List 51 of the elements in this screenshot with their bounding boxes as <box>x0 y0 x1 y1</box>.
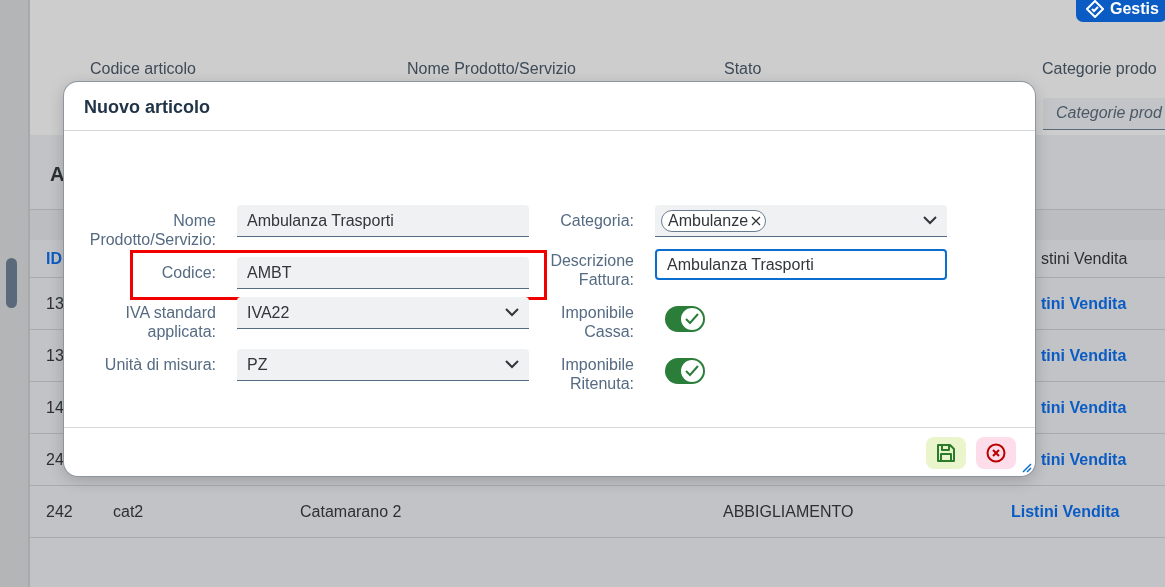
save-button[interactable] <box>926 437 966 469</box>
field-label: Imponibile Cassa: <box>560 303 634 341</box>
column-header[interactable]: ID <box>46 249 62 268</box>
close-icon <box>986 443 1006 463</box>
text-field[interactable]: Ambulanza Trasporti <box>237 205 529 237</box>
price-list-link[interactable]: tini Vendita <box>1041 346 1127 365</box>
table-cell: cat2 <box>113 502 144 521</box>
close-icon <box>751 215 762 226</box>
chevron-down-icon <box>505 308 519 317</box>
text-field[interactable]: AMBT <box>237 257 529 289</box>
category-filter-field[interactable]: Categorie prod <box>1043 98 1165 130</box>
table-cell: 14 <box>46 398 64 417</box>
column-header: stini Vendita <box>1041 249 1128 268</box>
field-label: Categoria: <box>559 211 634 230</box>
cancel-button[interactable] <box>976 437 1016 469</box>
table-cell: ABBIGLIAMENTO <box>723 502 854 521</box>
field-label: Imponibile Ritenuta: <box>560 355 634 393</box>
field-label: Unità di misura: <box>103 355 216 374</box>
scrollbar-thumb[interactable] <box>5 258 17 308</box>
price-list-link[interactable]: tini Vendita <box>1041 398 1127 417</box>
filter-label: Categorie prodo <box>1042 60 1158 78</box>
filter-label: Nome Prodotto/Servizio <box>407 60 577 78</box>
table-cell: 13 <box>46 294 64 313</box>
multi-select-field[interactable]: Ambulanze <box>655 205 947 237</box>
category-token[interactable]: Ambulanze <box>661 209 767 232</box>
table-cell: 24 <box>46 450 64 469</box>
table-cell: 13 <box>46 346 64 365</box>
price-list-link[interactable]: Listini Vendita <box>1011 502 1120 521</box>
price-list-link[interactable]: tini Vendita <box>1041 294 1127 313</box>
dropdown-field[interactable]: PZ <box>237 349 529 381</box>
filter-label: Stato <box>724 60 763 78</box>
filter-label: Codice articolo <box>90 60 197 78</box>
table-cell: Catamarano 2 <box>300 502 402 521</box>
diamond-icon <box>1086 0 1104 18</box>
chevron-down-icon <box>923 216 937 225</box>
check-icon <box>685 313 699 325</box>
field-label: Nome Prodotto/Servizio: <box>89 211 216 249</box>
toggle-switch[interactable] <box>665 306 705 332</box>
field-label: Codice: <box>160 263 216 282</box>
dropdown-field[interactable]: IVA22 <box>237 297 529 329</box>
price-list-link[interactable]: tini Vendita <box>1041 450 1127 469</box>
manage-button[interactable]: Gestis <box>1076 0 1165 22</box>
field-label: IVA standard applicata: <box>124 303 216 341</box>
table-cell: 242 <box>46 502 73 521</box>
check-icon <box>685 365 699 377</box>
dialog-title: Nuovo articolo <box>64 82 1035 131</box>
field-label: Descrizione Fattura: <box>549 251 634 289</box>
resize-handle-icon[interactable] <box>1022 463 1032 473</box>
chevron-down-icon <box>505 360 519 369</box>
text-field[interactable]: Ambulanza Trasporti <box>655 249 947 280</box>
toggle-switch[interactable] <box>665 358 705 384</box>
